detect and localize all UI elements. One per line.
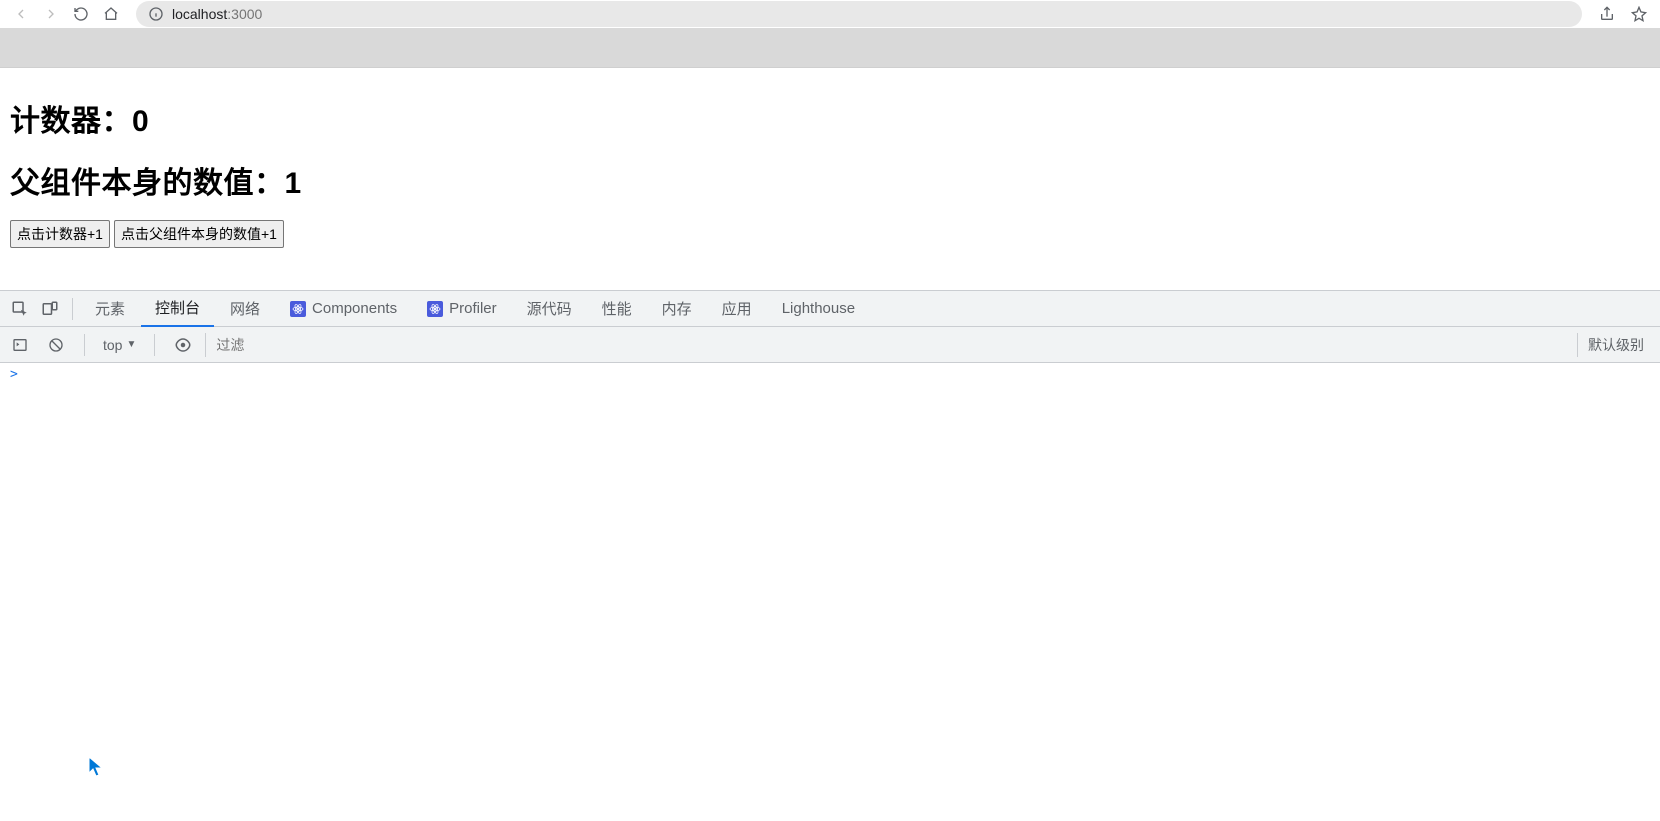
separator <box>72 298 73 320</box>
button-row: 点击计数器+1 点击父组件本身的数值+1 <box>10 220 1650 248</box>
parent-heading: 父组件本身的数值：1 <box>10 158 1650 202</box>
bookmark-button[interactable] <box>1628 3 1650 25</box>
console-prompt-icon: > <box>10 367 18 382</box>
tab-elements[interactable]: 元素 <box>81 291 139 327</box>
separator <box>154 334 155 356</box>
devtools-tabbar: 元素 控制台 网络 Components Profiler 源代码 性能 内存 … <box>0 291 1660 327</box>
page-content: 计数器：0 父组件本身的数值：1 点击计数器+1 点击父组件本身的数值+1 <box>0 68 1660 258</box>
share-button[interactable] <box>1596 3 1618 25</box>
devtools-panel: 元素 控制台 网络 Components Profiler 源代码 性能 内存 … <box>0 290 1660 821</box>
tab-performance[interactable]: 性能 <box>588 291 646 327</box>
filter-box[interactable] <box>205 333 1569 357</box>
counter-label: 计数器： <box>10 105 132 138</box>
tab-memory[interactable]: 内存 <box>648 291 706 327</box>
tab-sources[interactable]: 源代码 <box>513 291 586 327</box>
increment-parent-button[interactable]: 点击父组件本身的数值+1 <box>114 220 284 248</box>
parent-label: 父组件本身的数值： <box>10 167 285 200</box>
tab-components[interactable]: Components <box>276 291 411 327</box>
log-level-selector[interactable]: 默认级别 <box>1577 333 1654 357</box>
context-selector[interactable]: top ▼ <box>99 337 140 353</box>
counter-value: 0 <box>132 105 149 138</box>
clear-console-icon[interactable] <box>42 331 70 359</box>
counter-heading: 计数器：0 <box>10 96 1650 140</box>
console-toolbar: top ▼ 默认级别 <box>0 327 1660 363</box>
console-output[interactable]: > <box>0 363 1660 821</box>
increment-counter-button[interactable]: 点击计数器+1 <box>10 220 110 248</box>
inspect-element-icon[interactable] <box>6 295 34 323</box>
address-host: localhost <box>172 6 227 22</box>
console-sidebar-toggle-icon[interactable] <box>6 331 34 359</box>
parent-value: 1 <box>285 167 302 200</box>
tab-lighthouse[interactable]: Lighthouse <box>768 291 869 327</box>
device-toolbar-icon[interactable] <box>36 295 64 323</box>
tab-strip-bg <box>0 28 1660 68</box>
forward-button[interactable] <box>40 3 62 25</box>
address-text: localhost:3000 <box>172 6 262 22</box>
tab-console[interactable]: 控制台 <box>141 291 214 327</box>
tab-application[interactable]: 应用 <box>708 291 766 327</box>
chevron-down-icon: ▼ <box>126 339 136 350</box>
address-bar[interactable]: localhost:3000 <box>136 1 1582 27</box>
react-icon <box>427 301 443 317</box>
tab-network[interactable]: 网络 <box>216 291 274 327</box>
address-port: :3000 <box>227 6 262 22</box>
live-expression-icon[interactable] <box>169 331 197 359</box>
browser-toolbar: localhost:3000 <box>0 0 1660 28</box>
reload-button[interactable] <box>70 3 92 25</box>
home-button[interactable] <box>100 3 122 25</box>
separator <box>84 334 85 356</box>
site-info-icon[interactable] <box>148 6 164 22</box>
tab-profiler[interactable]: Profiler <box>413 291 511 327</box>
back-button[interactable] <box>10 3 32 25</box>
filter-input[interactable] <box>216 337 1559 353</box>
react-icon <box>290 301 306 317</box>
